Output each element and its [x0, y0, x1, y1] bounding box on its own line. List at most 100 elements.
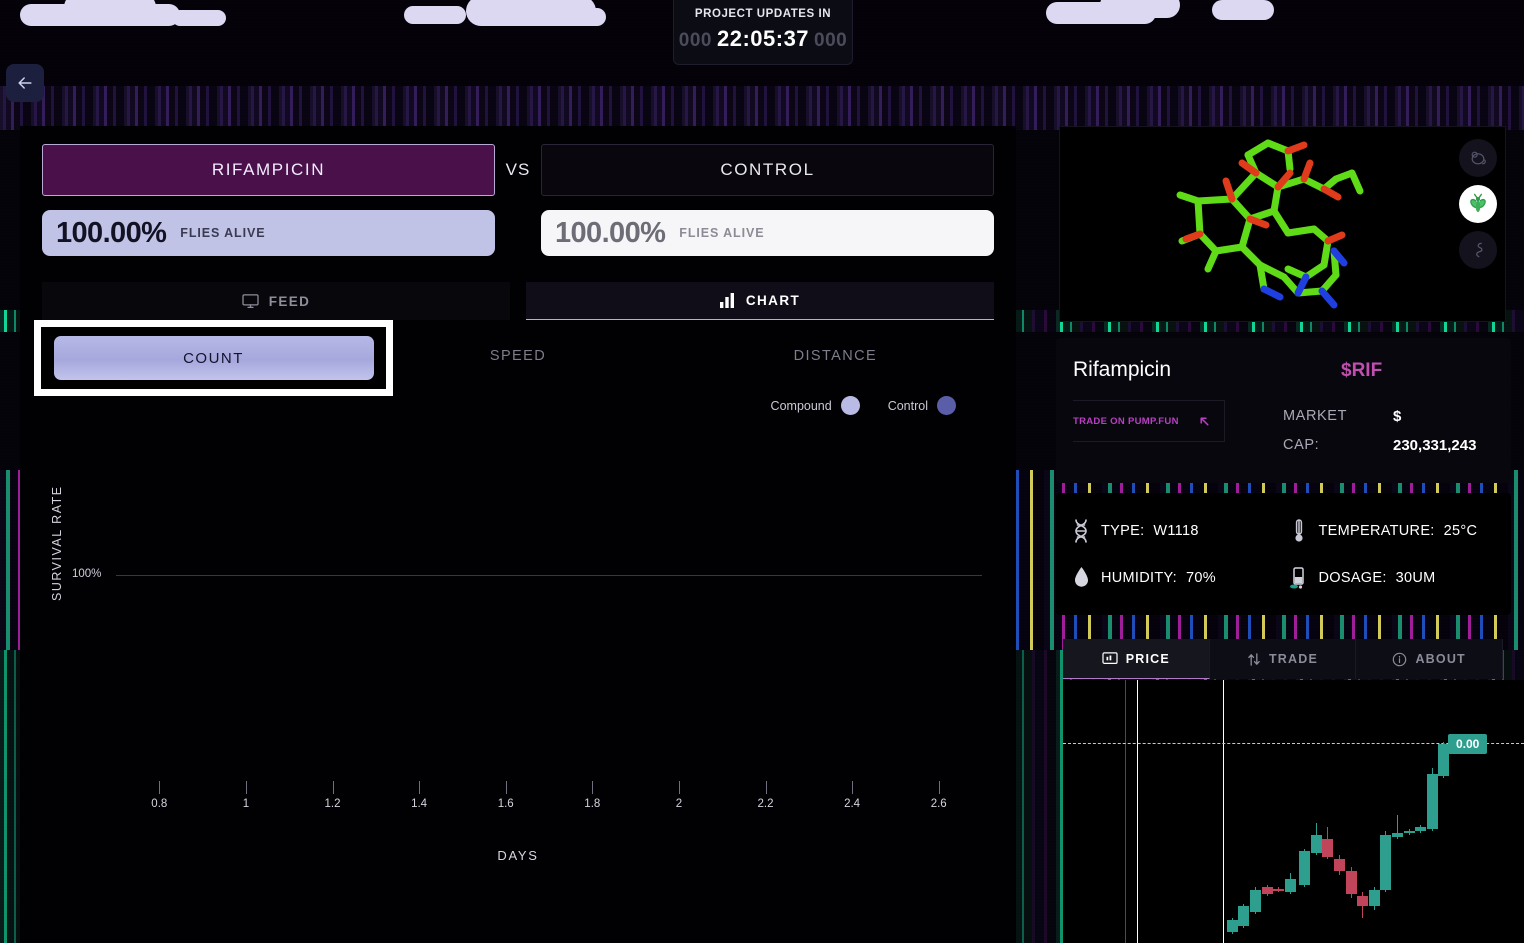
stat-temperature: TEMPERATURE: 25°C — [1288, 509, 1498, 552]
trade-on-pumpfun-link[interactable]: TRADE ON PUMP.FUN — [1073, 400, 1225, 442]
tab-chart[interactable]: CHART — [526, 282, 994, 320]
metric-tab-distance[interactable]: DISTANCE — [677, 336, 994, 376]
candle-body — [1438, 744, 1449, 776]
tab-chart-label: CHART — [746, 293, 800, 308]
price-candlestick-chart[interactable]: 0.00 — [1063, 680, 1524, 943]
token-name: Rifampicin — [1073, 358, 1171, 382]
molecule-3d-render — [1138, 129, 1428, 319]
legend-item-compound: Compound — [771, 396, 860, 415]
monitor-icon — [242, 294, 259, 309]
stat-dosage: DOSAGE: 30UM — [1288, 556, 1498, 599]
organism-selector — [1459, 139, 1497, 269]
vs-label: VS — [495, 160, 541, 180]
tab-control[interactable]: CONTROL — [541, 144, 994, 196]
stat-type-value: W1118 — [1153, 523, 1198, 539]
tab-trade[interactable]: TRADE — [1210, 639, 1357, 679]
candle-body — [1250, 890, 1261, 912]
countdown-right-digits: 000 — [814, 30, 847, 52]
stat-type: TYPE: W1118 — [1070, 509, 1280, 552]
chart-gridline-100 — [116, 575, 982, 576]
control-survival-value: 100.00% — [555, 217, 665, 250]
mouse-icon — [1468, 148, 1488, 168]
candle-body — [1311, 835, 1322, 853]
info-icon — [1392, 652, 1407, 667]
tab-feed[interactable]: FEED — [42, 282, 510, 320]
metric-tab-count-focus-ring: COUNT — [34, 320, 393, 396]
countdown-left-digits: 000 — [679, 30, 712, 52]
candle-body — [1285, 879, 1296, 893]
chart-x-tick-label: 2 — [676, 798, 682, 810]
chart-x-tick-mark — [766, 781, 767, 794]
organism-button-mouse[interactable] — [1459, 139, 1497, 177]
worm-icon — [1468, 240, 1488, 260]
token-ticker: $RIF — [1341, 360, 1382, 382]
candle-body — [1380, 835, 1391, 890]
swap-icon — [1247, 652, 1261, 667]
molecule-viewer[interactable] — [1059, 126, 1506, 322]
experiment-panel: RIFAMPICIN VS CONTROL 100.00% FLIES ALIV… — [20, 126, 1016, 943]
organism-button-fly[interactable] — [1459, 185, 1497, 223]
chart-x-tick-mark — [333, 781, 334, 794]
tab-price[interactable]: PRICE — [1063, 639, 1210, 679]
trade-link-label: TRADE ON PUMP.FUN — [1073, 416, 1179, 427]
tab-price-label: PRICE — [1126, 652, 1170, 666]
current-price-badge: 0.00 — [1448, 734, 1487, 754]
organism-button-worm[interactable] — [1459, 231, 1497, 269]
candle-body — [1415, 827, 1426, 831]
droplet-icon — [1070, 565, 1092, 591]
control-survival-stat: 100.00% FLIES ALIVE — [541, 210, 994, 256]
bar-chart-icon — [720, 293, 736, 308]
chart-x-tick-label: 1.4 — [411, 798, 427, 810]
stat-temperature-label: TEMPERATURE: — [1319, 523, 1435, 539]
chart-x-axis-label: DAYS — [20, 848, 1016, 863]
tab-about[interactable]: ABOUT — [1356, 639, 1503, 679]
dna-icon — [1070, 518, 1092, 544]
candle-body — [1227, 920, 1238, 932]
chart-x-tick-label: 1.8 — [584, 798, 600, 810]
chart-screen-icon — [1102, 652, 1118, 666]
metric-tab-speed[interactable]: SPEED — [359, 336, 676, 376]
candle-body — [1404, 831, 1415, 833]
metric-tab-count[interactable]: COUNT — [54, 336, 374, 380]
stat-temperature-value: 25°C — [1444, 523, 1478, 539]
chart-x-tick-mark — [246, 781, 247, 794]
candle-body — [1369, 890, 1380, 906]
chart-x-tick-mark — [852, 781, 853, 794]
legend-swatch-compound — [841, 396, 860, 415]
countdown-timer: 000 22:05:37 000 — [686, 26, 840, 52]
tab-trade-label: TRADE — [1269, 652, 1318, 666]
vial-icon — [1288, 565, 1310, 591]
stat-humidity-value: 70% — [1186, 570, 1216, 586]
market-cap-label-line1: MARKET — [1283, 408, 1347, 424]
chart-y-axis-label: SURVIVAL RATE — [50, 485, 64, 601]
tab-compound-rifampicin[interactable]: RIFAMPICIN — [42, 144, 495, 196]
price-tab-bar: PRICE TRADE ABOUT — [1063, 639, 1503, 679]
metric-tab-bar: SPEED DISTANCE COUNT — [20, 336, 1016, 376]
tab-about-label: ABOUT — [1415, 652, 1465, 666]
token-info-panel: Rifampicin $RIF TRADE ON PUMP.FUN MARKET… — [1056, 338, 1511, 483]
chart-x-tick-label: 0.8 — [151, 798, 167, 810]
countdown-banner: PROJECT UPDATES IN 000 22:05:37 000 — [673, 0, 853, 65]
market-cap-label-line2: CAP: — [1283, 437, 1319, 453]
countdown-label: PROJECT UPDATES IN — [686, 8, 840, 20]
thermometer-icon — [1288, 518, 1310, 544]
candle-body — [1262, 887, 1273, 895]
chart-x-tick-mark — [506, 781, 507, 794]
back-button[interactable]: back — [6, 64, 44, 102]
control-survival-label: FLIES ALIVE — [679, 226, 764, 240]
market-cap-currency: $ — [1393, 408, 1401, 425]
experiment-stats-panel: TYPE: W1118 TEMPERATURE: 25°C HUMIDITY: … — [1056, 493, 1511, 615]
chart-x-tick-mark — [159, 781, 160, 794]
arrow-left-icon — [15, 73, 35, 93]
legend-label-compound: Compound — [771, 399, 832, 413]
chart-x-tick-mark — [939, 781, 940, 794]
stat-type-label: TYPE: — [1101, 523, 1144, 539]
candle-body — [1357, 896, 1368, 906]
compound-survival-label: FLIES ALIVE — [180, 226, 265, 240]
chart-x-tick-label: 1.6 — [498, 798, 514, 810]
candle-body — [1392, 833, 1403, 837]
chart-x-tick-mark — [419, 781, 420, 794]
chart-x-axis: 0.811.21.41.61.822.22.42.6 — [116, 781, 982, 821]
compound-survival-value: 100.00% — [56, 217, 166, 250]
legend-label-control: Control — [888, 399, 928, 413]
